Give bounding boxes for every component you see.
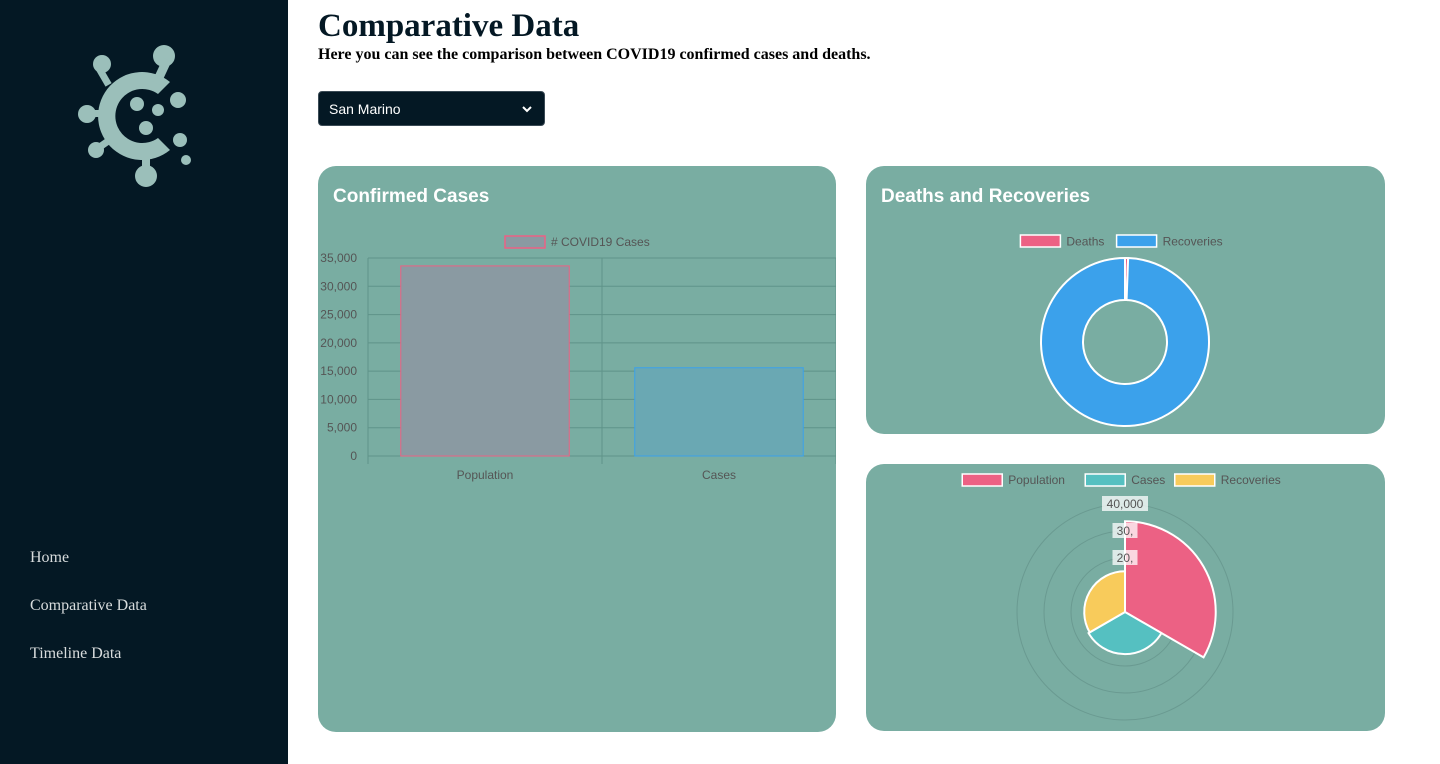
page-title: Comparative Data bbox=[318, 8, 580, 44]
polar-area-chart: Population Cases Recoveries 20, 30, 40,000 bbox=[961, 473, 1281, 721]
nav-item-home[interactable]: Home bbox=[30, 540, 147, 588]
legend-swatch bbox=[1174, 473, 1216, 487]
y-tick-label: 15,000 bbox=[320, 364, 357, 378]
sidebar-nav: Home Comparative Data Timeline Data bbox=[30, 540, 147, 684]
card-title-confirmed: Confirmed Cases bbox=[333, 186, 489, 207]
x-tick-label: Population bbox=[457, 468, 514, 482]
doughnut-slice bbox=[1040, 256, 1210, 427]
virus-logo-icon[interactable] bbox=[74, 42, 194, 190]
legend-swatch bbox=[961, 473, 1003, 487]
polar-area-card: Population Cases Recoveries 20, 30, 40,000 bbox=[866, 464, 1385, 731]
radial-tick-label: 20, bbox=[1117, 551, 1134, 565]
legend-label: # COVID19 Cases bbox=[551, 235, 650, 249]
page-subtitle: Here you can see the comparison between … bbox=[318, 46, 871, 63]
y-tick-label: 35,000 bbox=[320, 251, 357, 265]
y-tick-label: 30,000 bbox=[320, 279, 357, 293]
y-tick-label: 25,000 bbox=[320, 308, 357, 322]
sidebar: Home Comparative Data Timeline Data bbox=[0, 0, 288, 764]
deaths-recoveries-chart: Deaths and Recoveries Deaths Recoveries bbox=[881, 186, 1223, 427]
confirmed-cases-chart: Confirmed Cases 0 5,000 10,000 15,000 20,000… bbox=[320, 186, 836, 482]
radial-tick-label: 30, bbox=[1117, 524, 1134, 538]
legend-label: Cases bbox=[1131, 473, 1165, 487]
country-select-value: San Marino bbox=[329, 100, 401, 117]
radial-tick-label: 40,000 bbox=[1107, 497, 1144, 511]
card-title-deaths: Deaths and Recoveries bbox=[881, 186, 1090, 207]
y-tick-label: 0 bbox=[350, 449, 357, 463]
legend-swatch bbox=[1115, 234, 1158, 248]
deaths-recoveries-card: Deaths and Recoveries Deaths Recoveries bbox=[866, 166, 1385, 434]
bar bbox=[400, 265, 570, 457]
legend-swatch bbox=[1084, 473, 1126, 487]
legend-label: Deaths bbox=[1066, 235, 1104, 249]
nav-item-timeline-data[interactable]: Timeline Data bbox=[30, 636, 147, 684]
y-tick-label: 5,000 bbox=[327, 421, 357, 435]
legend-swatch bbox=[1019, 234, 1062, 248]
legend-label: Recoveries bbox=[1163, 235, 1223, 249]
nav-item-comparative-data[interactable]: Comparative Data bbox=[30, 588, 147, 636]
country-select[interactable]: San Marino bbox=[318, 91, 545, 126]
x-tick-label: Cases bbox=[702, 468, 736, 482]
bar bbox=[634, 367, 804, 457]
chevron-down-icon bbox=[522, 105, 532, 112]
legend-label: Population bbox=[1008, 473, 1065, 487]
confirmed-cases-card: Confirmed Cases 0 5,000 10,000 15,000 20,000… bbox=[318, 166, 836, 732]
y-tick-label: 20,000 bbox=[320, 336, 357, 350]
legend-swatch bbox=[504, 235, 546, 249]
legend-label: Recoveries bbox=[1221, 473, 1281, 487]
y-tick-label: 10,000 bbox=[320, 392, 357, 406]
